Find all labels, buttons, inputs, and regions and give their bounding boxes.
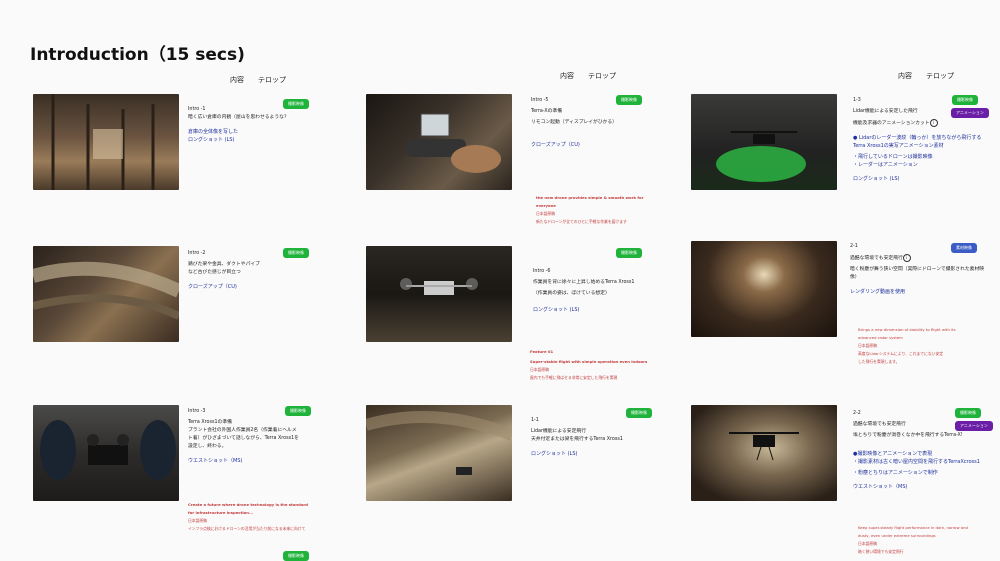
scene-text: Intro -5 Terra-Xの準備 リモコン起動（ディスプレイがひかる） ク… xyxy=(531,98,618,148)
badge-film: 撮影映像 xyxy=(955,408,981,418)
storyboard-image-tunnel xyxy=(691,241,837,337)
column-headers-3: 内容 テロップ xyxy=(898,72,954,80)
badge-animation: アニメーション xyxy=(951,108,989,118)
scene-text: 1-1 Lidar機能による安定飛行 天井付近または梁を飛行するTerra Xr… xyxy=(531,418,623,457)
storyboard-image-dust-drone xyxy=(691,405,837,501)
storyboard-image-remote xyxy=(366,94,512,190)
badge-film: 撮影映像 xyxy=(616,248,642,258)
badge-film: 撮影映像 xyxy=(283,248,309,258)
storyboard-image-pipes xyxy=(33,246,179,342)
badge-film: 撮影映像 xyxy=(626,408,652,418)
scene-text: Intro -6 作業員を背に徐々に上昇し始めるTerra Xross1 （作業… xyxy=(533,269,635,313)
storyboard-image-workers xyxy=(33,405,179,501)
narration-text: the new drone provides simple & smooth w… xyxy=(536,195,644,224)
narration-text: Feature 01 Super-stable flight with simp… xyxy=(530,349,648,380)
column-headers-2: 内容 テロップ xyxy=(560,72,616,80)
badge-film: 撮影映像 xyxy=(952,95,978,105)
storyboard-image-warehouse xyxy=(33,94,179,190)
narration-text: Create a future where drone technology i… xyxy=(188,502,308,531)
narration-text: Keep super-steady flight performance in … xyxy=(858,525,968,554)
scene-text: Intro -1 暗く広い倉庫の内観（屋山を思わせるような？ 倉庫の全体像を写し… xyxy=(188,107,289,143)
scene-text: Intro -3 Terra Xross1の準備 プラント会社の外国人作業員2名… xyxy=(188,409,299,464)
storyboard-image-drone-rise xyxy=(366,246,512,342)
badge-film: 撮影映像 xyxy=(283,99,309,109)
storyboard-image-drone-beam xyxy=(366,405,512,501)
circled-number: i xyxy=(929,119,938,127)
badge-animation: アニメーション xyxy=(955,421,993,431)
storyboard-image-lidar-drone xyxy=(691,94,837,190)
badge-film: 撮影映像 xyxy=(616,95,642,105)
badge-stock: 素材映像 xyxy=(951,243,977,253)
page-title: Introduction（15 secs) xyxy=(30,45,245,65)
narration-text: Brings a new dimension of stability to f… xyxy=(858,327,956,364)
column-headers-1: 内容 テロップ xyxy=(230,76,286,84)
circled-number: i xyxy=(902,254,911,262)
badge-film: 撮影映像 xyxy=(285,406,311,416)
